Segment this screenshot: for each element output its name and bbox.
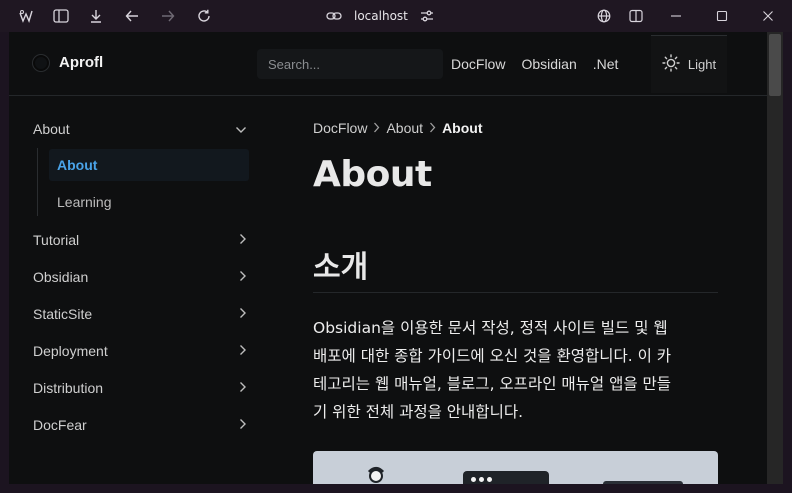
- window-frame-bottom: [0, 484, 792, 493]
- sidebar-item-label: DocFear: [33, 417, 87, 433]
- site-logo[interactable]: Aprofl: [33, 54, 103, 71]
- breadcrumb-link-docflow[interactable]: DocFlow: [313, 120, 367, 136]
- scrollbar-thumb[interactable]: [769, 34, 781, 96]
- nav-link-obsidian[interactable]: Obsidian: [521, 56, 576, 72]
- breadcrumb-link-about[interactable]: About: [386, 120, 423, 136]
- page-viewport: Aprofl DocFlow Obsidian .Net Light About…: [9, 32, 783, 484]
- logo-text: Aprofl: [59, 54, 104, 71]
- address-bar[interactable]: localhost: [326, 6, 434, 26]
- browser-logo-icon[interactable]: [16, 6, 36, 26]
- back-arrow-icon[interactable]: [122, 6, 142, 26]
- chevron-right-icon: [239, 343, 247, 359]
- maximize-icon[interactable]: [712, 6, 732, 26]
- top-nav: DocFlow Obsidian .Net: [451, 56, 618, 72]
- breadcrumb-current: About: [442, 120, 483, 136]
- sidebar-item-label: Deployment: [33, 343, 108, 359]
- chevron-right-icon: [239, 269, 247, 285]
- sidebar-item-obsidian[interactable]: Obsidian: [33, 262, 249, 292]
- minimize-icon[interactable]: [666, 6, 686, 26]
- sidebar-subitem-label: About: [57, 157, 98, 173]
- browser-window-illustration: [463, 471, 549, 484]
- sidebar-indent-line: [37, 148, 38, 216]
- download-icon[interactable]: [86, 6, 106, 26]
- chevron-right-icon: [239, 306, 247, 322]
- sidebar-group-label: About: [33, 121, 70, 137]
- sidebar-item-deployment[interactable]: Deployment: [33, 336, 249, 366]
- theme-label: Light: [687, 57, 717, 72]
- sidebar-item-staticsite[interactable]: StaticSite: [33, 299, 249, 329]
- section-heading: 소개: [313, 250, 369, 285]
- split-view-icon[interactable]: [626, 6, 646, 26]
- nav-link-dotnet[interactable]: .Net: [593, 56, 619, 72]
- sidebar-item-distribution[interactable]: Distribution: [33, 373, 249, 403]
- breadcrumb: DocFlow About About: [313, 120, 483, 136]
- person-illustration: [367, 467, 385, 483]
- intro-paragraph: Obsidian을 이용한 문서 작성, 정적 사이트 빌드 및 웹 배포에 대…: [313, 314, 723, 426]
- site-settings-icon[interactable]: [420, 10, 434, 22]
- logo-icon: [33, 54, 49, 71]
- sidebar: About About Learning Tutorial Obsidian S…: [9, 96, 259, 484]
- sidebar-item-label: Obsidian: [33, 269, 89, 285]
- search-box[interactable]: [257, 49, 443, 79]
- site-header: Aprofl DocFlow Obsidian .Net Light: [9, 32, 767, 96]
- nav-link-docflow[interactable]: DocFlow: [451, 56, 505, 72]
- sidebar-subitem-label: Learning: [57, 194, 112, 210]
- paragraph-line: 기 위한 전체 과정을 안내합니다.: [313, 403, 524, 421]
- chevron-right-icon: [239, 232, 247, 248]
- chevron-right-icon: [239, 417, 247, 433]
- sidebar-fade: [9, 454, 259, 484]
- chevron-right-icon: [239, 380, 247, 396]
- sidebar-item-label: Tutorial: [33, 232, 80, 248]
- close-icon[interactable]: [758, 6, 778, 26]
- sidebar-subitem-learning[interactable]: Learning: [49, 186, 249, 218]
- paragraph-line: 배포에 대한 종합 가이드에 오신 것을 환영합니다. 이 카: [313, 347, 672, 365]
- browser-toolbar: localhost: [0, 0, 792, 32]
- section-divider: [313, 292, 718, 293]
- sidebar-item-tutorial[interactable]: Tutorial: [33, 225, 249, 255]
- sidebar-item-docfear[interactable]: DocFear: [33, 410, 249, 440]
- chevron-down-icon: [235, 121, 247, 137]
- sidebar-subitem-about[interactable]: About: [49, 149, 249, 181]
- sidebar-item-label: StaticSite: [33, 306, 93, 322]
- chevron-right-icon: [429, 121, 436, 136]
- sidebar-group-about[interactable]: About: [33, 114, 249, 144]
- sun-icon: [662, 54, 680, 75]
- page-title: About: [313, 154, 432, 195]
- page-scrollbar[interactable]: [767, 32, 783, 484]
- search-input[interactable]: [268, 56, 443, 72]
- paragraph-line: Obsidian을 이용한 문서 작성, 정적 사이트 빌드 및 웹: [313, 319, 668, 337]
- address-text: localhost: [354, 9, 408, 23]
- sidebar-item-label: Distribution: [33, 380, 104, 396]
- paragraph-line: 테고리는 웹 매뉴얼, 블로그, 오프라인 매뉴얼 앱을 만들: [313, 375, 672, 393]
- forward-arrow-icon[interactable]: [158, 6, 178, 26]
- globe-icon[interactable]: [594, 6, 614, 26]
- reload-icon[interactable]: [194, 6, 214, 26]
- link-icon: [326, 11, 342, 21]
- sidebar-toggle-icon[interactable]: [51, 6, 71, 26]
- chevron-right-icon: [373, 121, 380, 136]
- theme-toggle-button[interactable]: Light: [651, 35, 727, 93]
- hero-illustration: [313, 451, 718, 484]
